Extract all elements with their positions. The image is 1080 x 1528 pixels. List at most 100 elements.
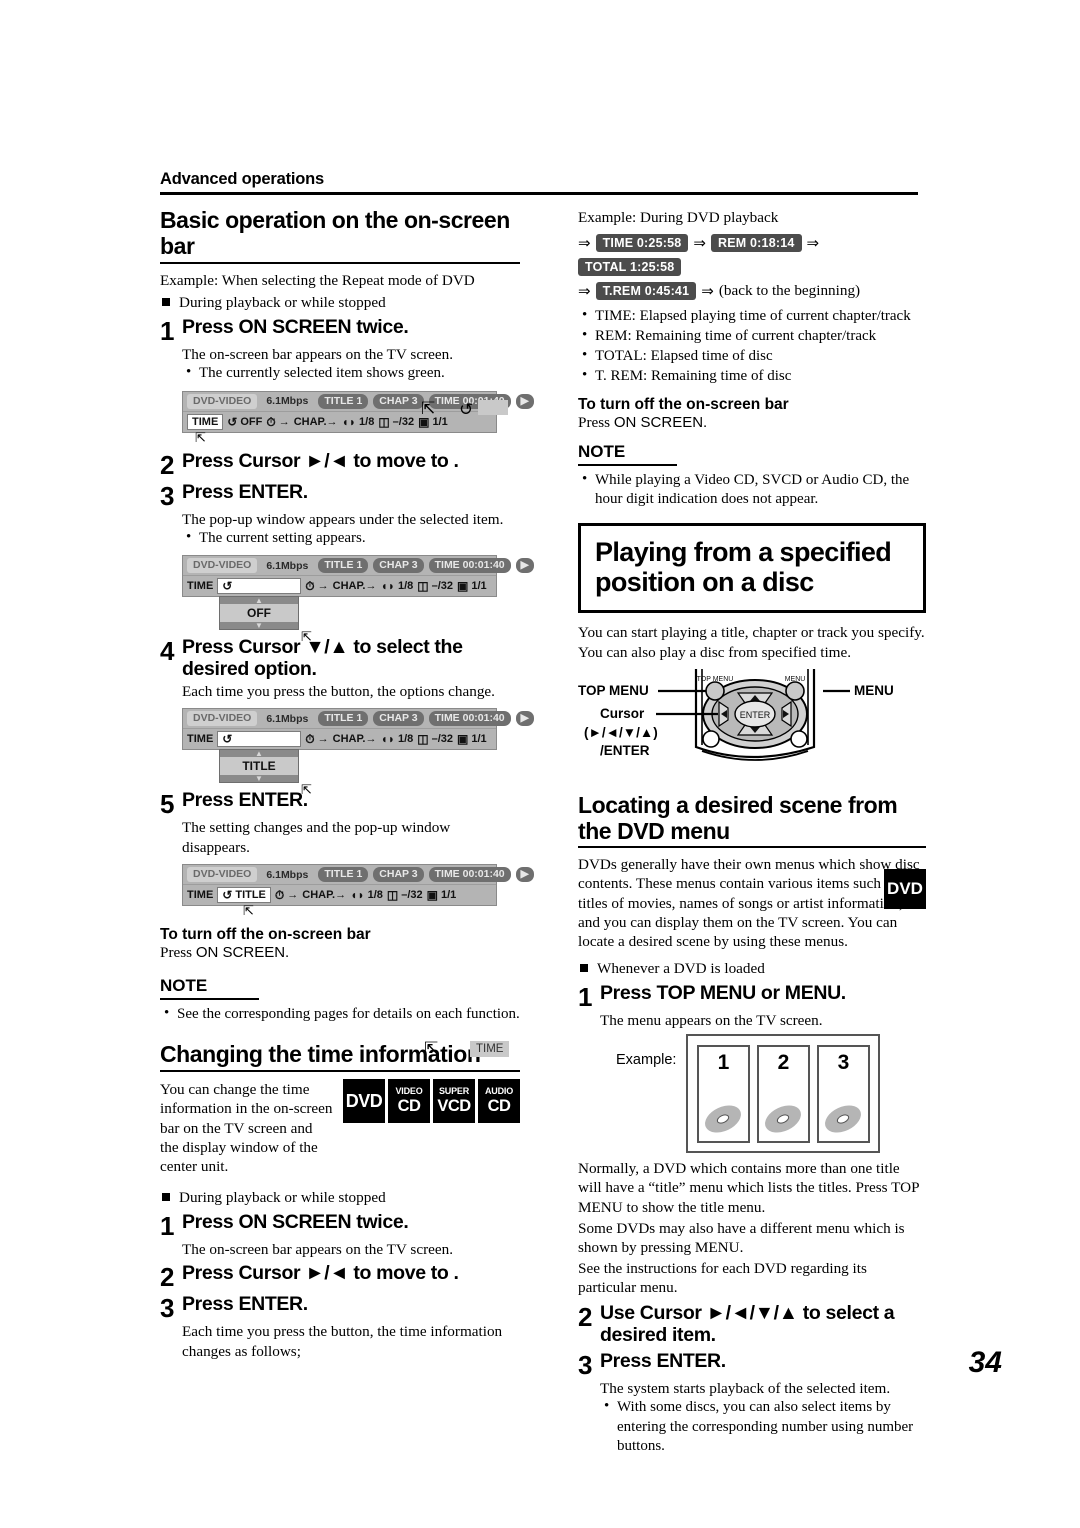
step-5: 5 Press ENTER. bbox=[160, 790, 520, 818]
osb-subtitle-cell[interactable]: ◫ –/32 bbox=[417, 580, 453, 592]
osb-chapter-cell[interactable]: CHAP.→ bbox=[333, 580, 377, 592]
osb-subtitle-cell[interactable]: ◫ –/32 bbox=[378, 416, 414, 428]
note-item: See the corresponding pages for details … bbox=[160, 1004, 520, 1024]
menu-thumbnail[interactable]: 2 bbox=[756, 1044, 810, 1143]
popup-down-arrow-icon[interactable]: ▼ bbox=[220, 622, 298, 630]
step-text: Press Cursor ►/◄ to move to . bbox=[182, 449, 459, 472]
camera-angle-icon: ▣ bbox=[426, 888, 438, 903]
para-normally: Normally, a DVD which contains more than… bbox=[578, 1160, 919, 1216]
time-chip-trem: T.REM 0:45:41 bbox=[595, 282, 697, 301]
osb-subtitle-value: –/32 bbox=[431, 580, 454, 593]
s2-step-3: 3 Press ENTER. bbox=[160, 1293, 520, 1321]
step-3-sub: The pop-up window appears under the sele… bbox=[182, 510, 504, 528]
disc-icon bbox=[825, 1105, 861, 1133]
osb-bitrate: 6.1Mbps bbox=[266, 712, 309, 725]
osb-repeat-cell-selected[interactable]: ↺ bbox=[217, 578, 302, 595]
time-chip-total: TOTAL 1:25:58 bbox=[578, 257, 682, 276]
osb-clock-cell[interactable]: ⏱ → bbox=[305, 580, 328, 592]
osb-repeat-cell-selected[interactable]: ↺ bbox=[217, 731, 302, 748]
osb-audio-cell[interactable]: ◖◗ 1/8 bbox=[380, 580, 413, 592]
osb-subtitle-cell[interactable]: ◫ –/32 bbox=[417, 733, 453, 745]
osb-clock-arrow: → bbox=[317, 580, 329, 593]
osb-title-chip: TITLE 1 bbox=[318, 393, 369, 409]
on-screen-bar-3: DVD-VIDEO 6.1Mbps TITLE 1 CHAP 3 TIME 00… bbox=[182, 708, 534, 796]
repeat-icon: ↺ bbox=[222, 579, 233, 594]
osb-title-chip: TITLE 1 bbox=[318, 867, 369, 883]
s2-step-1: 1 Press ON SCREEN twice. bbox=[160, 1211, 520, 1239]
osb-angle-cell[interactable]: ▣ 1/1 bbox=[427, 889, 457, 901]
cursor-pointer-icon: ⇱ bbox=[301, 629, 312, 645]
osb-audio-cell[interactable]: ◖◗ 1/8 bbox=[380, 733, 413, 745]
osb-format-chip: DVD-VIDEO bbox=[187, 393, 258, 409]
press-word: Press bbox=[578, 413, 614, 431]
popup-up-arrow-icon[interactable]: ▲ bbox=[220, 597, 298, 605]
turn-off-heading: To turn off the on-screen bar bbox=[578, 395, 789, 413]
subtitle-icon: ◫ bbox=[417, 732, 429, 747]
popup-down-arrow-icon[interactable]: ▼ bbox=[220, 775, 298, 783]
thumbnail-number: 3 bbox=[837, 1050, 850, 1074]
time-chip-rem: REM 0:18:14 bbox=[710, 234, 802, 253]
osb-clock-cell[interactable]: ⏱ → bbox=[266, 416, 289, 428]
osb-time-chip: TIME 00:01:40 bbox=[428, 558, 511, 574]
r-step-3-sub: The system starts playback of the select… bbox=[600, 1379, 891, 1397]
osb-subtitle-cell[interactable]: ◫ –/32 bbox=[387, 889, 423, 901]
boxed-title-text: Playing from a specified position on a d… bbox=[595, 536, 892, 598]
step-text: Press Cursor ▼/▲ to select the desired o… bbox=[182, 636, 463, 681]
play-icon: ▶ bbox=[515, 558, 534, 574]
osb-time-button[interactable]: TIME bbox=[187, 889, 213, 901]
osb-repeat-cell-title[interactable]: ↺ TITLE bbox=[217, 887, 271, 904]
osb-time-button[interactable]: TIME bbox=[187, 580, 213, 592]
s2-step-2: 2 Press Cursor ►/◄ to move to . bbox=[160, 1262, 520, 1290]
menu-thumbnail[interactable]: 3 bbox=[816, 1044, 870, 1143]
osb-bitrate: 6.1Mbps bbox=[266, 868, 309, 881]
osb-title-chip: TITLE 1 bbox=[318, 558, 369, 574]
popup-window-off[interactable]: ▲ OFF ▼ bbox=[219, 596, 299, 631]
label-enter: /ENTER bbox=[600, 742, 650, 758]
step-3-dot: The current setting appears. bbox=[182, 528, 520, 548]
box-body-text: You can start playing a title, chapter o… bbox=[578, 624, 925, 662]
time-sequence-row-1: ⇒ TIME 0:25:58 ⇒ REM 0:18:14 ⇒ TOTAL 1:2… bbox=[578, 234, 926, 276]
definition-trem: T. REM: Remaining time of disc bbox=[578, 366, 926, 386]
osb-clock-cell[interactable]: ⏱ → bbox=[275, 889, 298, 901]
bullet-dvd-loaded: Whenever a DVD is loaded bbox=[578, 959, 926, 979]
osb-audio-cell[interactable]: ◖◗ 1/8 bbox=[350, 889, 383, 901]
on-screen-bar-1: DVD-VIDEO 6.1Mbps TITLE 1 CHAP 3 TIME 00… bbox=[182, 390, 534, 444]
popup-up-arrow-icon[interactable]: ▲ bbox=[220, 750, 298, 758]
osb-time-button[interactable]: TIME bbox=[187, 413, 224, 430]
definition-time: TIME: Elapsed playing time of current ch… bbox=[578, 306, 926, 326]
svg-text:ENTER: ENTER bbox=[740, 710, 771, 720]
osb-format-chip: DVD-VIDEO bbox=[187, 558, 258, 574]
osb-angle-cell[interactable]: ▣ 1/1 bbox=[457, 580, 487, 592]
menu-thumbnail[interactable]: 1 bbox=[696, 1044, 750, 1143]
time-chip-inline: TIME bbox=[470, 1041, 510, 1057]
step-5-sub: The setting changes and the pop-up windo… bbox=[182, 819, 451, 856]
para-see-instructions: See the instructions for each DVD regard… bbox=[578, 1259, 867, 1297]
para-some-dvds: Some DVDs may also have a different menu… bbox=[578, 1219, 905, 1256]
osb-repeat-cell[interactable]: ↺ OFF bbox=[227, 416, 262, 428]
badge-audio-cd: AUDIO CD bbox=[478, 1079, 520, 1124]
boxed-section-title: Playing from a specified position on a d… bbox=[578, 522, 926, 614]
audio-icon: ◖◗ bbox=[380, 732, 395, 747]
s2-step-1-sub: The on-screen bar appears on the TV scre… bbox=[182, 1240, 454, 1258]
osb-time-button[interactable]: TIME bbox=[187, 733, 213, 745]
running-head: Advanced operations bbox=[160, 170, 324, 188]
example-label: Example: bbox=[616, 1052, 677, 1069]
arrow-icon: ⇒ bbox=[693, 235, 706, 252]
r-step-1-sub: The menu appears on the TV screen. bbox=[600, 1011, 823, 1029]
osb-audio-cell[interactable]: ◖◗ 1/8 bbox=[342, 416, 375, 428]
step-1-dot: The currently selected item shows green. bbox=[182, 363, 520, 383]
play-icon: ▶ bbox=[515, 867, 534, 883]
osb-angle-value: 1/1 bbox=[471, 580, 487, 593]
osb-clock-arrow: → bbox=[317, 733, 329, 746]
on-screen-bar-2: DVD-VIDEO 6.1Mbps TITLE 1 CHAP 3 TIME 00… bbox=[182, 555, 534, 643]
osb-chapter-cell[interactable]: CHAP.→ bbox=[294, 416, 338, 428]
osb-clock-cell[interactable]: ⏱ → bbox=[305, 733, 328, 745]
osb-repeat-value: OFF bbox=[240, 415, 263, 428]
osb-chapter-cell[interactable]: CHAP.→ bbox=[302, 889, 346, 901]
osb-subtitle-value: –/32 bbox=[401, 889, 423, 902]
osb-chapter-cell[interactable]: CHAP.→ bbox=[333, 733, 377, 745]
osb-angle-cell[interactable]: ▣ 1/1 bbox=[457, 733, 487, 745]
popup-window-title[interactable]: ▲ TITLE ▼ bbox=[219, 749, 299, 784]
step-number: 2 bbox=[160, 449, 175, 480]
step-number: 3 bbox=[160, 480, 175, 511]
